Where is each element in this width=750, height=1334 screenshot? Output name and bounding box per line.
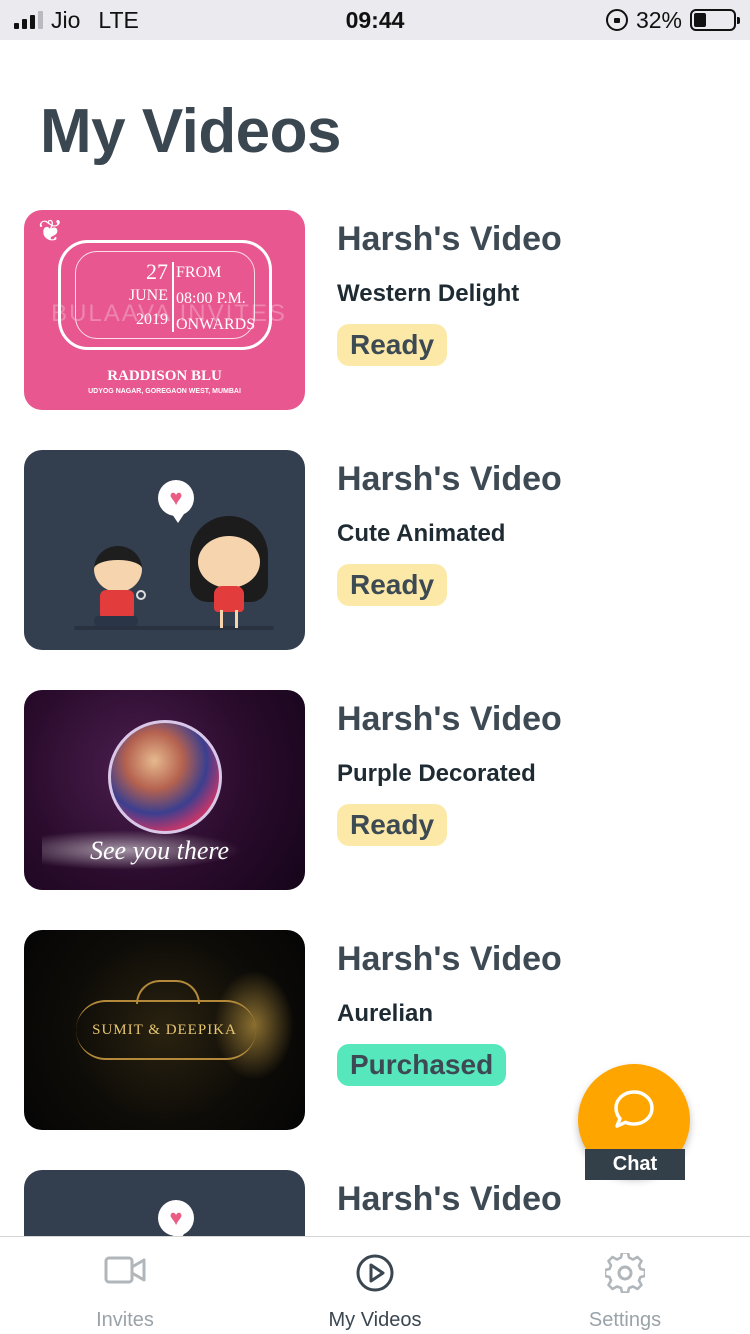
- tab-label: Settings: [588, 1309, 662, 1331]
- network-type: LTE: [98, 6, 139, 33]
- speech-bubble-icon: ♥: [158, 1200, 194, 1236]
- watermark: BULAAVA INVITES: [51, 300, 287, 327]
- play-circle-icon: [356, 1254, 394, 1292]
- tab-label: My Videos: [328, 1309, 422, 1331]
- video-item[interactable]: See you there Harsh's Video Purple Decor…: [0, 690, 750, 890]
- signal-icon: [14, 11, 43, 29]
- girl-body: [214, 586, 244, 612]
- tab-my-videos[interactable]: My Videos: [250, 1237, 500, 1334]
- orientation-lock-icon: [605, 9, 628, 31]
- video-thumbnail[interactable]: ♥: [24, 450, 305, 650]
- video-item[interactable]: ♥ Harsh's Video Cute Animated Ready: [0, 450, 750, 650]
- video-template-name: Cute Animated: [337, 520, 506, 547]
- video-template-name: Aurelian: [337, 1000, 434, 1027]
- video-camera-icon: [104, 1256, 146, 1284]
- video-template-name: Purple Decorated: [337, 760, 536, 787]
- ring-icon: [136, 590, 146, 600]
- heart-icon: ♥: [169, 1205, 183, 1230]
- video-title[interactable]: Harsh's Video: [337, 220, 562, 259]
- battery-icon: [690, 9, 740, 31]
- video-thumbnail[interactable]: See you there: [24, 690, 305, 890]
- video-title[interactable]: Harsh's Video: [337, 700, 562, 739]
- status-bar: Jio LTE 09:44 32%: [0, 0, 750, 40]
- shadow: [74, 626, 274, 630]
- carrier-name: Jio: [51, 6, 81, 33]
- status-badge: Ready: [337, 324, 448, 366]
- girl-legs: [220, 610, 238, 628]
- boy-legs: [94, 616, 138, 626]
- tab-label: Invites: [96, 1309, 154, 1331]
- video-title[interactable]: Harsh's Video: [337, 1180, 562, 1219]
- video-template-name: Western Delight: [337, 280, 520, 307]
- heart-icon: ♥: [169, 485, 183, 510]
- tab-settings[interactable]: Settings: [500, 1237, 750, 1334]
- invite-address: UDYOG NAGAR, GOREGAON WEST, MUMBAI: [88, 388, 241, 395]
- speech-bubble-icon: ♥: [158, 480, 194, 523]
- status-badge: Ready: [337, 564, 448, 606]
- video-thumbnail[interactable]: SUMIT & DEEPIKA: [24, 930, 305, 1130]
- video-thumbnail[interactable]: ♥: [24, 1170, 305, 1236]
- invite-venue: RADDISON BLU: [107, 368, 222, 384]
- video-title[interactable]: Harsh's Video: [337, 460, 562, 499]
- gear-icon: [605, 1253, 645, 1293]
- couple-photo: [108, 720, 222, 834]
- battery-percent: 32%: [635, 6, 682, 33]
- status-badge: Ready: [337, 804, 448, 846]
- tab-invites[interactable]: Invites: [0, 1237, 250, 1334]
- thumbnail-names: SUMIT & DEEPIKA: [92, 1022, 237, 1038]
- chat-label[interactable]: Chat: [585, 1149, 685, 1180]
- girl-head: [198, 536, 260, 588]
- video-title[interactable]: Harsh's Video: [337, 940, 562, 979]
- video-thumbnail[interactable]: ❦ 27 JUNE 2019 FROM 08:00 P.M. ONWARDS B…: [24, 210, 305, 410]
- video-item[interactable]: ❦ 27 JUNE 2019 FROM 08:00 P.M. ONWARDS B…: [0, 210, 750, 410]
- status-badge: Purchased: [337, 1044, 507, 1086]
- thumbnail-script-text: See you there: [90, 836, 230, 865]
- status-time: 09:44: [345, 6, 405, 33]
- bottom-tab-bar: Invites My Videos Settings: [0, 1236, 750, 1334]
- chat-bubble-icon: [614, 1090, 654, 1128]
- boy-illustration: [94, 546, 142, 592]
- cupid-icon: ❦: [38, 215, 64, 248]
- page-title: My Videos: [40, 97, 342, 166]
